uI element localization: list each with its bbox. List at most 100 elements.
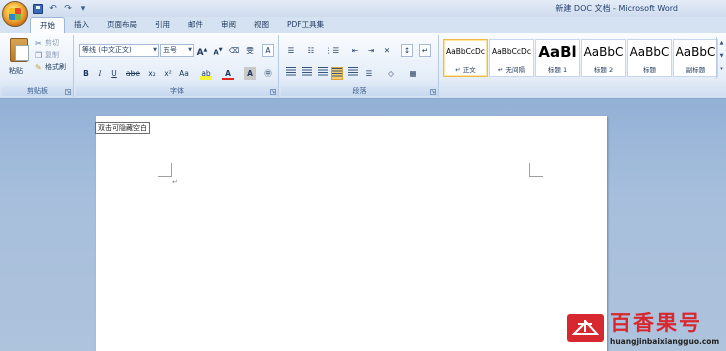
styles-group: AaBbCcDc ↵ 正文 AaBbCcDc ↵ 无间隔 AaBl 标题 1 A… [441, 35, 726, 97]
window-title: 新建 DOC 文档 - Microsoft Word [555, 4, 678, 13]
grow-font-button[interactable]: A▲ [196, 44, 208, 58]
numbering-icon: ☷ [307, 46, 315, 55]
dropdown-arrow-icon: ▼ [153, 47, 157, 53]
office-button[interactable] [2, 1, 28, 27]
watermark-url: huangjinbaixiangguo.com [610, 337, 720, 346]
tab-references[interactable]: 引用 [146, 17, 179, 34]
subscript-button[interactable]: x₂ [146, 67, 158, 80]
align-center-button[interactable] [301, 67, 313, 80]
increase-indent-button[interactable]: ⇥ [365, 44, 377, 57]
tab-review[interactable]: 审阅 [212, 17, 245, 34]
clear-formatting-button[interactable]: ⌫ [228, 44, 240, 57]
align-center-icon [302, 67, 312, 76]
ribbon-tabs: 开始 插入 页面布局 引用 邮件 审阅 视图 PDF工具集 [0, 17, 726, 34]
hide-whitespace-tooltip: 双击可隐藏空白 [95, 122, 150, 134]
copy-button[interactable]: ❐ 复制 [35, 50, 59, 61]
document-page[interactable]: ↵ [96, 116, 607, 351]
bullets-button[interactable]: ☰ [285, 44, 297, 57]
paragraph-dialog-launcher[interactable]: ↘ [430, 89, 436, 95]
underline-button[interactable]: U [108, 67, 120, 80]
scissors-icon: ✂ [35, 38, 42, 48]
ribbon: 粘贴 ✂ 剪切 ❐ 复制 ✎ 格式刷 剪贴板 ↘ 等线 (中文正文) ▼ 五号 ▼ A ▲ … [0, 33, 726, 99]
tab-home[interactable]: 开始 [30, 17, 65, 34]
italic-button[interactable]: I [94, 67, 106, 80]
style-normal[interactable]: AaBbCcDc ↵ 正文 [443, 39, 488, 77]
site-logo-icon [567, 314, 604, 342]
margin-corner-top-left [158, 163, 172, 177]
style-heading-2[interactable]: AaBbC 标题 2 [581, 39, 626, 77]
justify-button[interactable] [331, 67, 343, 80]
distributed-button[interactable] [347, 67, 359, 80]
font-dialog-launcher[interactable]: ↘ [270, 89, 276, 95]
office-logo-icon [9, 8, 21, 20]
line-spacing-button[interactable]: ☰ [363, 67, 375, 80]
multilevel-list-icon: ⋮☰ [325, 46, 340, 55]
chinese-layout-button[interactable]: ✕ [381, 44, 393, 57]
font-group-label: 字体 [76, 86, 278, 96]
paragraph-mark-icon: ↵ [421, 46, 429, 55]
strikethrough-button[interactable]: abe [126, 67, 140, 80]
change-case-button[interactable]: Aa [178, 67, 190, 80]
bullets-icon: ☰ [287, 46, 295, 55]
align-left-button[interactable] [285, 67, 297, 80]
style-no-spacing[interactable]: AaBbCcDc ↵ 无间隔 [489, 39, 534, 77]
eraser-icon: ⌫ [228, 46, 240, 55]
paste-button[interactable]: 粘贴 [9, 66, 23, 76]
superscript-button[interactable]: x² [162, 67, 174, 80]
style-title[interactable]: AaBbC 标题 [627, 39, 672, 77]
scroll-down-icon[interactable]: ▼ [717, 50, 726, 63]
font-size-combo[interactable]: 五号 ▼ [160, 44, 194, 57]
borders-icon: ▦ [409, 69, 417, 78]
dropdown-arrow-icon: ▼ [188, 47, 192, 53]
format-painter-button[interactable]: ✎ 格式刷 [35, 62, 66, 73]
scroll-up-icon[interactable]: ▲ [717, 37, 726, 50]
more-styles-icon[interactable]: ▾ [717, 63, 726, 76]
paint-bucket-icon: ◇ [388, 69, 394, 78]
tab-pdf-tools[interactable]: PDF工具集 [278, 17, 333, 34]
sort-button[interactable]: ↕ [401, 44, 413, 57]
align-left-icon [286, 67, 296, 76]
tab-mailings[interactable]: 邮件 [179, 17, 212, 34]
enclose-characters-button[interactable]: ㊥ [262, 67, 274, 80]
decrease-indent-button[interactable]: ⇤ [349, 44, 361, 57]
paste-icon[interactable] [10, 38, 29, 62]
numbering-button[interactable]: ☷ [305, 44, 317, 57]
shading-button[interactable]: ◇ [385, 67, 397, 80]
shrink-font-button[interactable]: A▼ [212, 44, 224, 57]
bold-button[interactable]: B [80, 67, 92, 80]
tab-page-layout[interactable]: 页面布局 [98, 17, 146, 34]
align-right-button[interactable] [317, 67, 329, 80]
font-name-combo[interactable]: 等线 (中文正文) ▼ [79, 44, 159, 57]
clipboard-dialog-launcher[interactable]: ↘ [65, 89, 71, 95]
show-marks-button[interactable]: ↵ [419, 44, 431, 57]
multilevel-list-button[interactable]: ⋮☰ [325, 44, 339, 57]
justify-icon [332, 68, 342, 77]
borders-button[interactable]: ▦ [407, 67, 419, 80]
font-color-button[interactable]: A [222, 67, 234, 80]
increase-indent-icon: ⇥ [367, 46, 375, 55]
brush-icon: ✎ [35, 62, 42, 72]
style-heading-1[interactable]: AaBl 标题 1 [535, 39, 580, 77]
font-group: 等线 (中文正文) ▼ 五号 ▼ A▲ A▼ ⌫ 雯 A B I U abe x₂ … [76, 35, 279, 97]
distributed-icon [348, 67, 358, 76]
decrease-indent-icon: ⇤ [351, 46, 359, 55]
cut-button[interactable]: ✂ 剪切 [35, 38, 59, 49]
clipboard-group: 粘贴 ✂ 剪切 ❐ 复制 ✎ 格式刷 剪贴板 ↘ [2, 35, 74, 97]
styles-scrollbar[interactable]: ▲ ▼ ▾ [716, 37, 726, 79]
paragraph-mark: ↵ [172, 178, 178, 186]
style-subtitle[interactable]: AaBbC 副标题 [673, 39, 718, 77]
sort-icon: ↕ [403, 46, 411, 55]
character-border-button[interactable]: A [262, 44, 274, 57]
character-shading-button[interactable]: A [244, 67, 256, 80]
paragraph-group-label: 段落 [281, 86, 438, 96]
title-bar: ↶ ↷ ▾ 新建 DOC 文档 - Microsoft Word [0, 0, 726, 27]
margin-corner-top-right [529, 163, 543, 177]
phonetic-guide-button[interactable]: 雯 [244, 44, 256, 57]
highlight-button[interactable]: ab [200, 67, 212, 80]
tab-insert[interactable]: 插入 [65, 17, 98, 34]
tab-view[interactable]: 视图 [245, 17, 278, 34]
chinese-layout-icon: ✕ [383, 46, 391, 55]
site-watermark: 百香果号 huangjinbaixiangguo.com [567, 311, 720, 348]
copy-icon: ❐ [35, 50, 43, 60]
clipboard-group-label: 剪贴板 [2, 86, 73, 96]
